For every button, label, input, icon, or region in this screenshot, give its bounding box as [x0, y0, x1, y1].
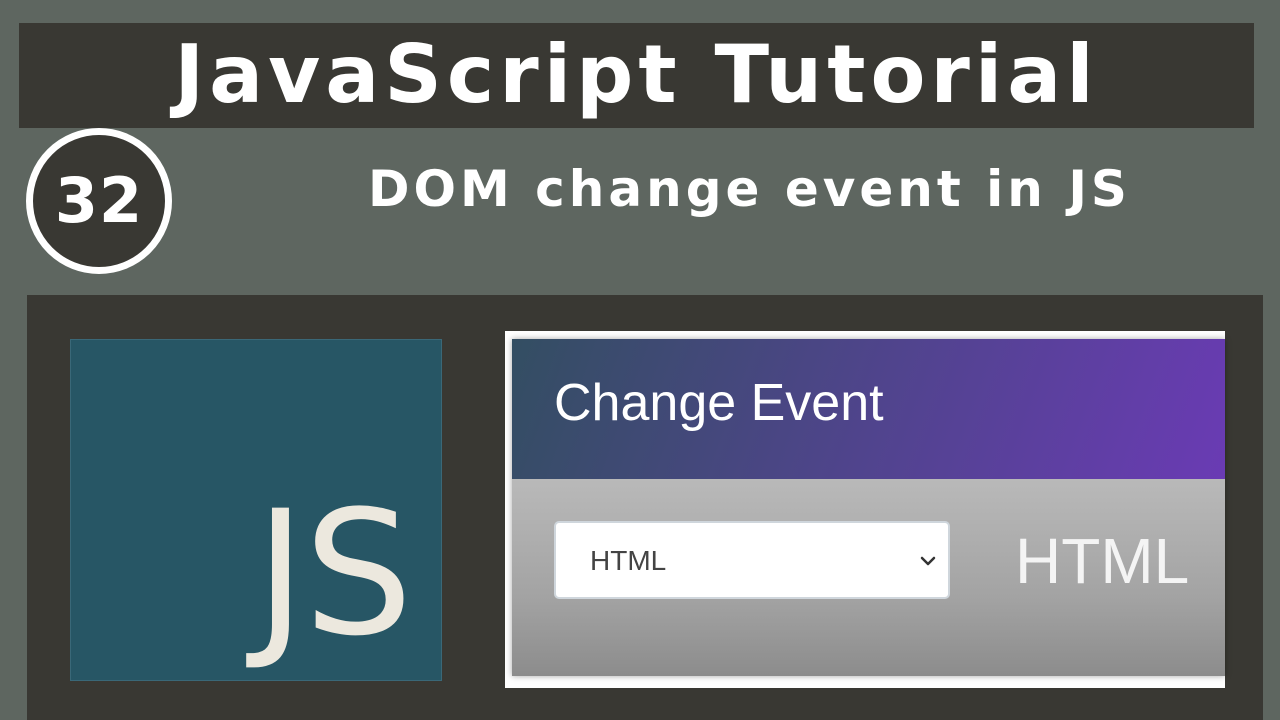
episode-badge: 32 — [26, 128, 172, 274]
demo-card-title: Change Event — [554, 374, 884, 432]
select-selected-value: HTML — [590, 545, 667, 576]
demo-screenshot-frame: Change Event HTML HTML — [505, 331, 1225, 688]
title-bar: JavaScript Tutorial — [19, 23, 1254, 128]
page-title: JavaScript Tutorial — [174, 27, 1099, 121]
demo-card-header: Change Event — [512, 339, 1225, 479]
js-logo-text: JS — [255, 473, 413, 674]
episode-number: 32 — [54, 164, 144, 237]
demo-card: Change Event HTML HTML — [512, 339, 1225, 676]
subtitle: DOM change event in JS — [368, 160, 1131, 218]
language-select[interactable]: HTML — [554, 521, 950, 599]
demo-card-body: HTML HTML — [512, 479, 1225, 676]
thumbnail-page: JavaScript Tutorial 32 DOM change event … — [0, 0, 1280, 720]
javascript-logo-icon: JS — [70, 339, 442, 681]
change-output-text: HTML — [1015, 525, 1190, 597]
chevron-down-icon — [920, 556, 936, 566]
